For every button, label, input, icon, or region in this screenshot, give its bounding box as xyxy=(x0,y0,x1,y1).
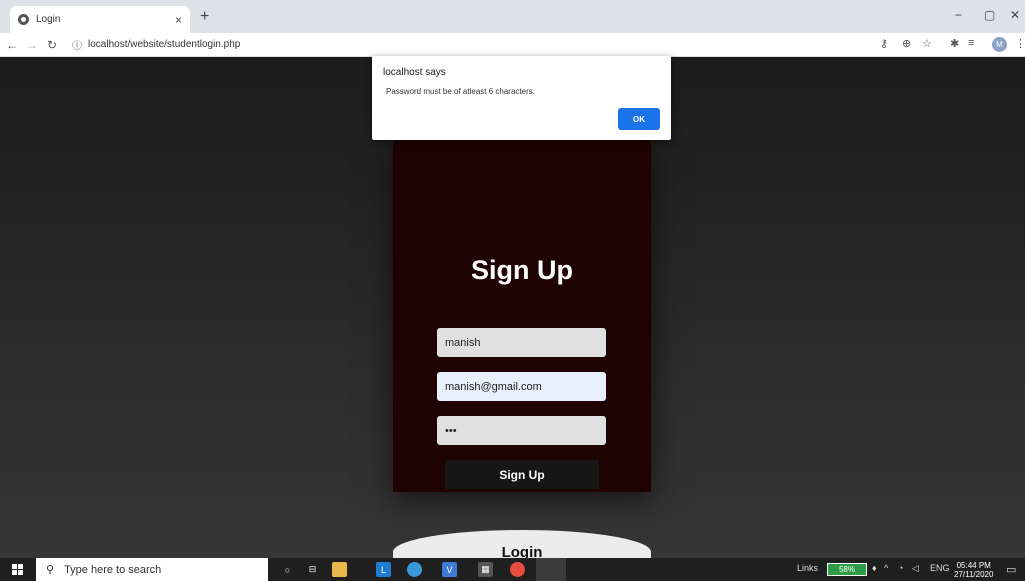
task-view-icon[interactable]: ⊟ xyxy=(305,562,320,577)
chrome-icon[interactable] xyxy=(510,562,525,577)
extensions-icon[interactable]: ✱ xyxy=(950,37,959,50)
back-arrow-icon[interactable]: ← xyxy=(4,38,20,52)
taskbar-search[interactable]: ⚲ Type here to search xyxy=(36,558,268,581)
url-text: localhost/website/studentlogin.php xyxy=(88,39,241,50)
address-bar: ← → ↻ ⓘ localhost/website/studentlogin.p… xyxy=(0,33,1025,57)
drop-icon[interactable]: ♦ xyxy=(872,563,877,573)
clock-time: 05:44 PM xyxy=(956,561,991,570)
browser-app-icon[interactable] xyxy=(407,562,422,577)
alert-title: localhost says xyxy=(383,67,446,78)
close-window-icon[interactable]: ✕ xyxy=(1010,8,1020,22)
signup-button[interactable]: Sign Up xyxy=(445,460,599,489)
key-icon[interactable]: ⚷ xyxy=(880,37,888,50)
clock-date: 27/11/2020 xyxy=(954,570,994,579)
tab-close-icon[interactable]: × xyxy=(175,13,182,27)
alert-message: Password must be of atleast 6 characters… xyxy=(386,87,535,96)
reload-icon[interactable]: ↻ xyxy=(44,38,60,52)
globe-icon xyxy=(18,14,29,25)
search-icon: ⚲ xyxy=(46,564,55,576)
info-icon[interactable]: ⓘ xyxy=(72,37,82,52)
alert-ok-button[interactable]: OK xyxy=(618,108,660,130)
notification-icon[interactable]: ▭ xyxy=(1006,563,1016,576)
volume-icon[interactable]: ◁ xyxy=(912,563,919,574)
minimize-icon[interactable]: − xyxy=(955,8,962,22)
username-input[interactable]: manish xyxy=(437,328,606,357)
wifi-icon[interactable]: ◔ xyxy=(898,563,903,573)
browser-tab-strip: Login × + − ▢ ✕ xyxy=(0,0,1025,33)
forward-arrow-icon[interactable]: → xyxy=(24,38,40,52)
calculator-icon[interactable]: ▦ xyxy=(478,562,493,577)
new-tab-icon[interactable]: + xyxy=(200,8,209,26)
restore-icon[interactable]: ▢ xyxy=(984,8,995,22)
browser-tab[interactable]: Login × xyxy=(10,6,190,33)
url-field[interactable]: ⓘ localhost/website/studentlogin.php xyxy=(72,37,240,52)
profile-avatar[interactable]: M xyxy=(992,37,1007,52)
show-hidden-icons[interactable]: ^ xyxy=(884,563,888,573)
tab-title: Login xyxy=(36,14,61,25)
signup-card: Sign Up manish manish@gmail.com ••• Sign… xyxy=(393,140,651,575)
password-input[interactable]: ••• xyxy=(437,416,606,445)
vscode-icon[interactable]: V xyxy=(442,562,457,577)
links-toolbar[interactable]: Links xyxy=(797,563,818,573)
signup-heading: Sign Up xyxy=(471,255,573,285)
chrome-active-icon[interactable] xyxy=(536,558,566,581)
star-icon[interactable]: ☆ xyxy=(922,37,932,50)
cortana-icon[interactable]: ○ xyxy=(280,562,295,577)
file-explorer-icon[interactable] xyxy=(332,562,347,577)
language-indicator[interactable]: ENG xyxy=(930,563,950,573)
menu-icon[interactable]: ⋮ xyxy=(1015,37,1025,50)
windows-start-icon[interactable] xyxy=(12,564,23,575)
alert-dialog: localhost says Password must be of atlea… xyxy=(372,56,671,140)
reading-list-icon[interactable]: ≡ xyxy=(968,37,974,49)
l-app-icon[interactable]: L xyxy=(376,562,391,577)
zoom-icon[interactable]: ⊕ xyxy=(902,37,911,50)
windows-taskbar: ⚲ Type here to search ○ ⊟ L V ▦ Links 58… xyxy=(0,558,1025,581)
email-input[interactable]: manish@gmail.com xyxy=(437,372,606,401)
taskbar-search-placeholder: Type here to search xyxy=(64,563,162,576)
taskbar-clock[interactable]: 05:44 PM 27/11/2020 xyxy=(954,561,993,579)
battery-indicator[interactable]: 58% xyxy=(827,563,867,576)
